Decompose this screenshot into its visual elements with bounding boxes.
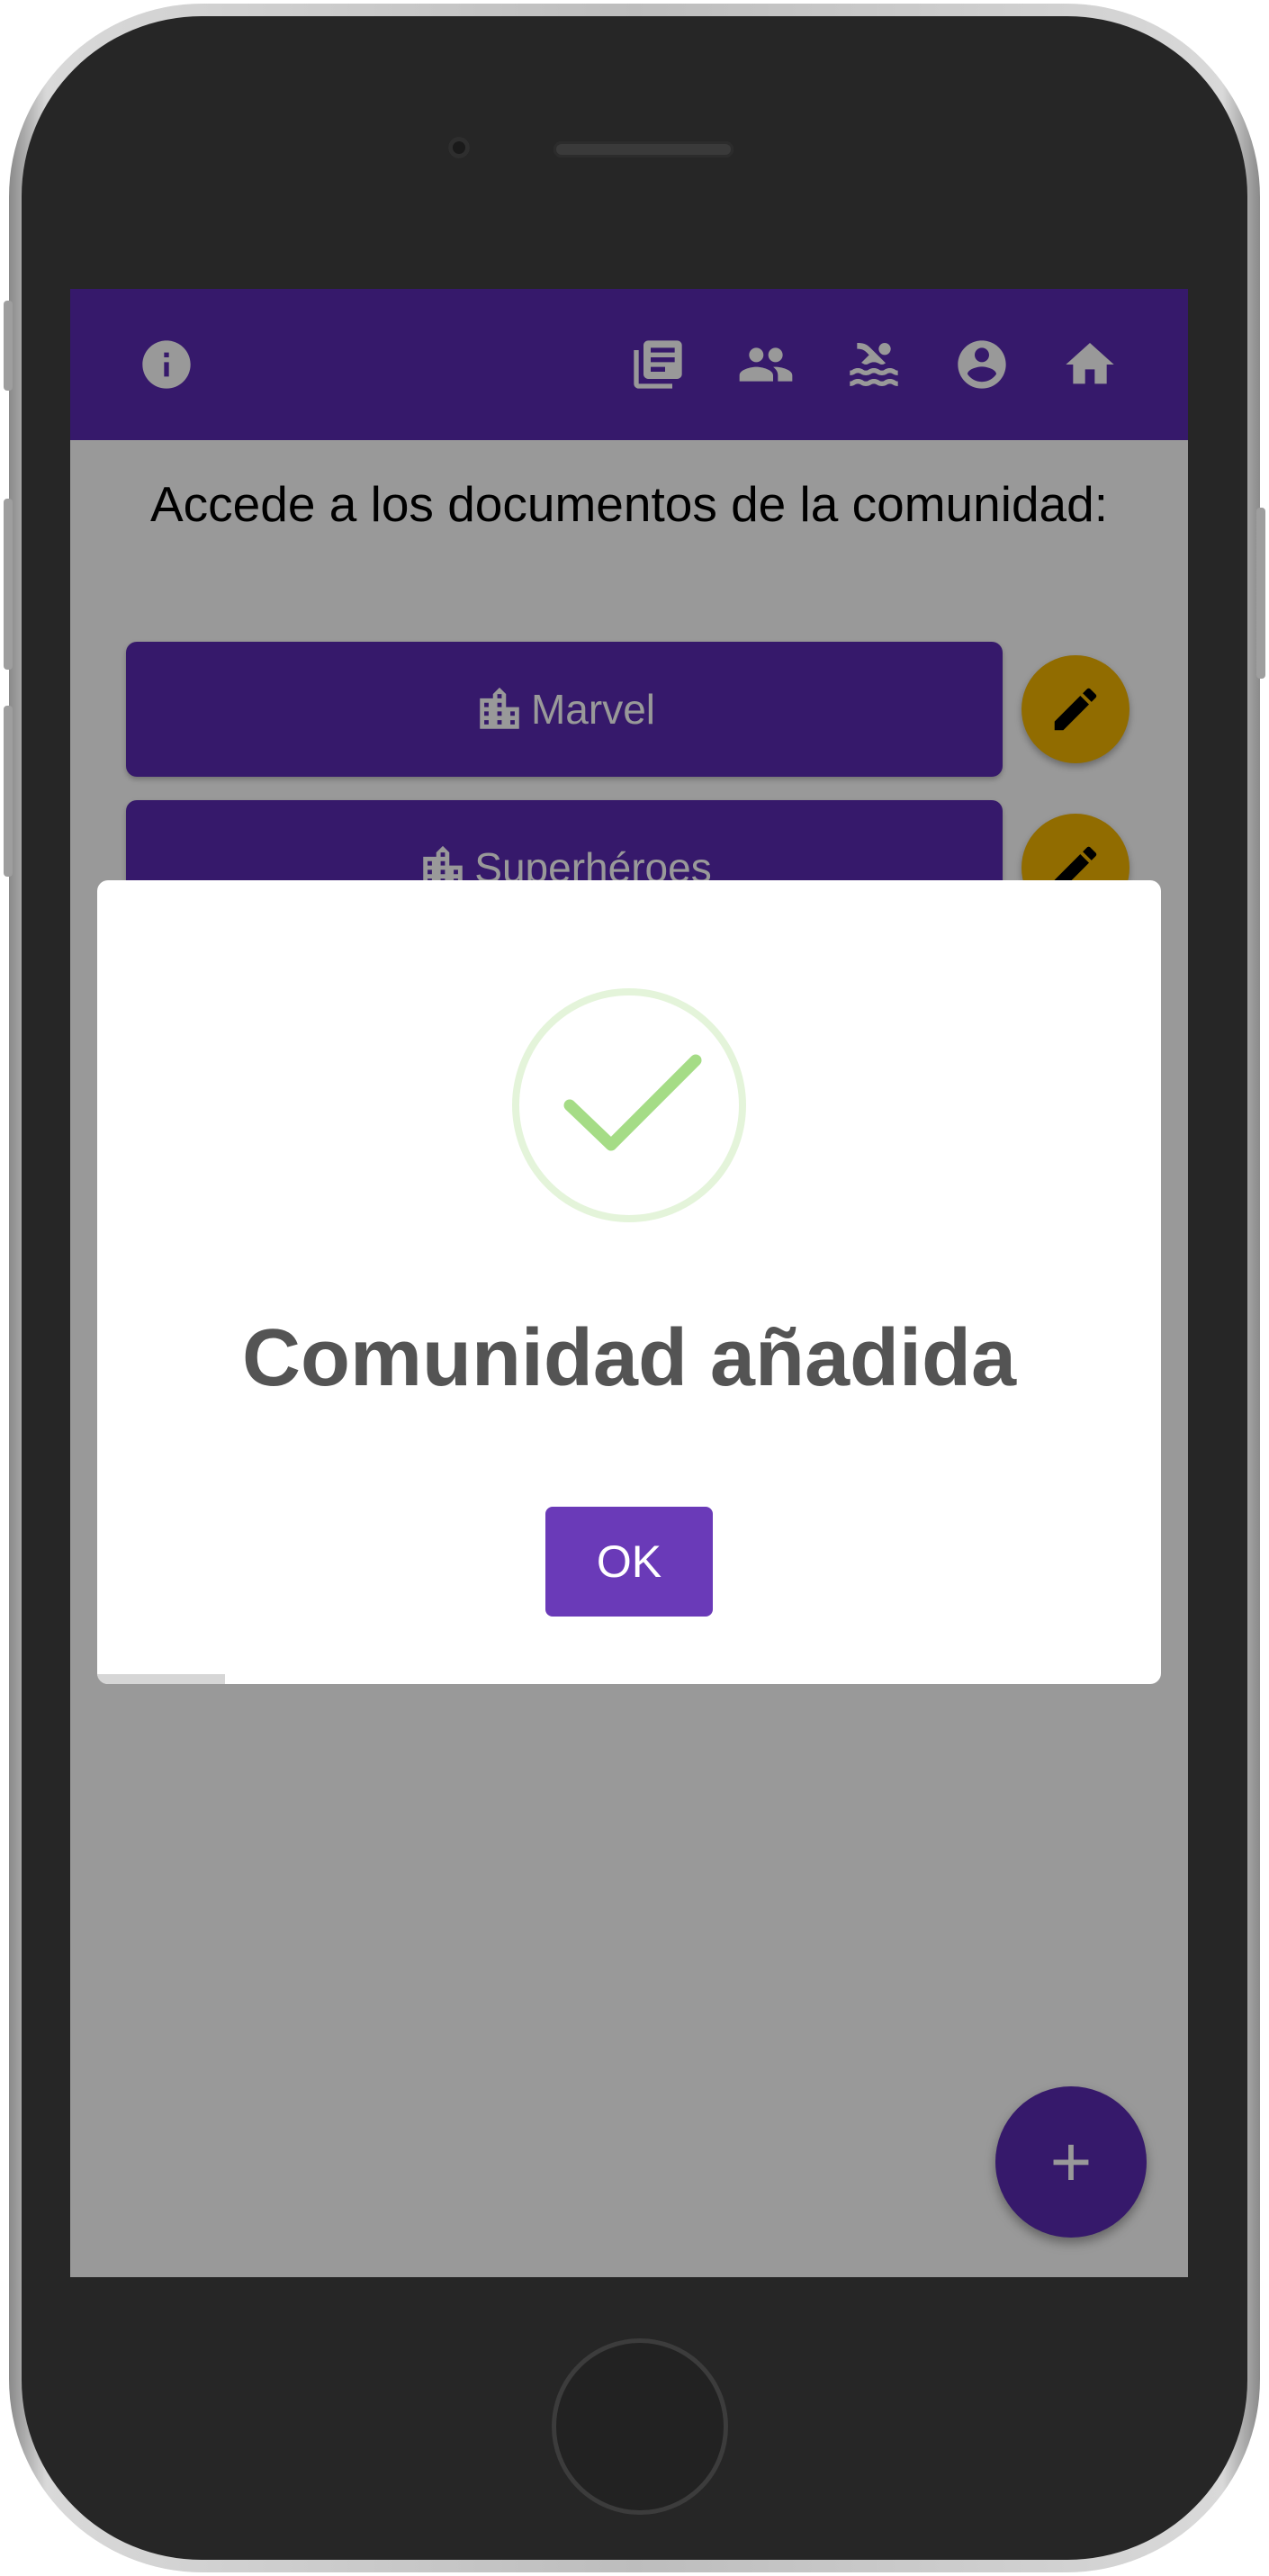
side-button [4, 499, 13, 670]
front-camera [448, 137, 470, 158]
app-screen: Accede a los documentos de la comunidad:… [70, 289, 1188, 2277]
speaker-grille [554, 141, 734, 158]
power-button [1256, 508, 1265, 679]
home-button[interactable] [552, 2338, 728, 2515]
timer-progress-bar [97, 1674, 225, 1684]
success-check-icon [512, 988, 746, 1222]
dialog-title: Comunidad añadida [241, 1313, 1017, 1403]
success-dialog: Comunidad añadida OK [97, 880, 1161, 1684]
ok-button[interactable]: OK [545, 1507, 713, 1617]
side-button [4, 706, 13, 877]
side-button [4, 301, 13, 391]
